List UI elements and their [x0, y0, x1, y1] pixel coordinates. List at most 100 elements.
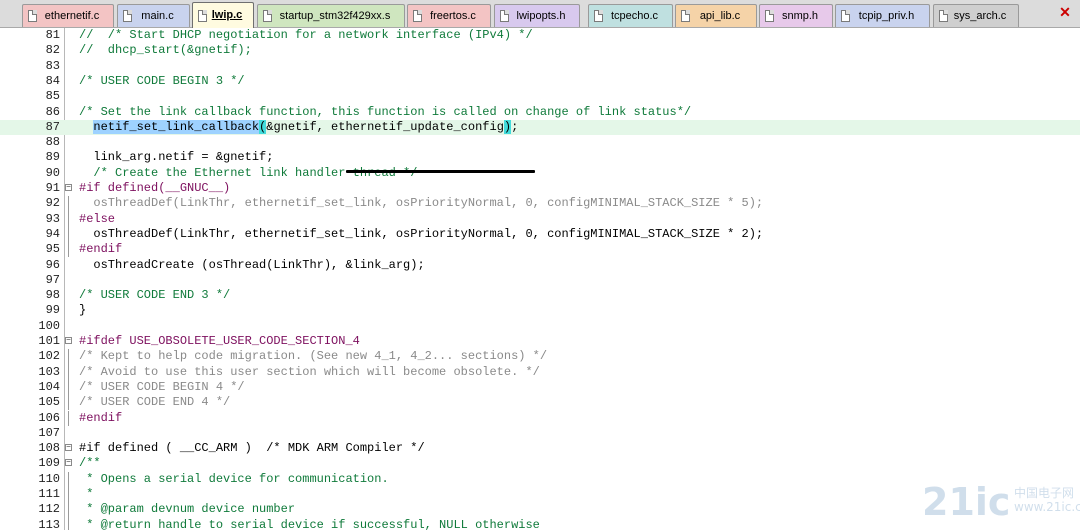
line-number: 105 [38, 395, 60, 410]
tab-label: startup_stm32f429xx.s [279, 10, 391, 22]
code-line[interactable]: 99} [0, 303, 1080, 318]
line-number: 84 [45, 73, 60, 88]
code-token: &gnetif, ethernetif_update_config [266, 119, 504, 134]
code-line[interactable]: 104 /* USER CODE BEGIN 4 */ [0, 379, 1080, 396]
fold-toggle-icon[interactable]: − [65, 459, 72, 467]
code-line[interactable]: 86 /* Set the link callback function, thi… [0, 105, 1080, 120]
fold-toggle-icon[interactable]: − [65, 444, 72, 452]
code-line[interactable]: 112 * @param devnum device number [0, 502, 1080, 518]
tab-tcpip-priv-h[interactable]: tcpip_priv.h [835, 4, 930, 27]
code-line[interactable]: 106 #endif [0, 410, 1080, 426]
line-number: 86 [45, 104, 60, 119]
code-text: /* Create the Ethernet link handler thre… [79, 165, 418, 180]
line-number: 88 [45, 135, 60, 150]
code-line[interactable]: 100 [0, 319, 1080, 334]
code-line[interactable]: 87 netif_set_link_callback(&gnetif, ethe… [0, 119, 1080, 136]
code-line[interactable]: 83 [0, 59, 1080, 74]
line-number: 113 [38, 517, 60, 530]
fold-guide [68, 517, 69, 530]
code-line[interactable]: 93 #else [0, 211, 1080, 227]
fold-guide [68, 379, 69, 396]
code-line[interactable]: 105 /* USER CODE END 4 */ [0, 395, 1080, 411]
close-tab-icon[interactable]: ✕ [1058, 5, 1072, 19]
code-line[interactable]: 89 link_arg.netif = &gnetif; [0, 150, 1080, 165]
fold-guide [68, 349, 69, 365]
tab-ethernetif-c[interactable]: ethernetif.c [22, 4, 114, 27]
fold-guide [68, 364, 69, 380]
code-line[interactable]: 103 /* Avoid to use this user section whi… [0, 364, 1080, 380]
fold-toggle-icon[interactable]: − [65, 184, 72, 192]
tab-tcpecho-c[interactable]: tcpecho.c [588, 4, 673, 27]
fold-guide [68, 226, 69, 243]
tab-freertos-c[interactable]: freertos.c [407, 4, 491, 27]
code-line[interactable]: 88 [0, 135, 1080, 150]
code-line[interactable]: 97 [0, 273, 1080, 288]
tab-lwip-c[interactable]: lwip.c [192, 2, 254, 28]
code-line[interactable]: 95 #endif [0, 242, 1080, 258]
code-text: osThreadDef(LinkThr, ethernetif_set_link… [79, 196, 764, 211]
code-line[interactable]: 108− #if defined ( __CC_ARM ) /* MDK ARM … [0, 441, 1080, 456]
line-number: 99 [45, 303, 60, 318]
code-line[interactable]: 84 /* USER CODE BEGIN 3 */ [0, 74, 1080, 89]
code-editor[interactable]: 81 // /* Start DHCP negotiation for a net… [0, 28, 1080, 530]
code-text: /* Avoid to use this user section which … [79, 364, 540, 379]
code-line[interactable]: 82 // dhcp_start(&gnetif); [0, 43, 1080, 58]
tab-lwipopts-h[interactable]: lwipopts.h [494, 4, 580, 27]
code-line[interactable]: 92 osThreadDef(LinkThr, ethernetif_set_l… [0, 196, 1080, 212]
line-number: 104 [38, 379, 60, 394]
line-number: 93 [45, 211, 60, 226]
code-text: /* USER CODE BEGIN 4 */ [79, 379, 245, 394]
fold-guide [68, 242, 69, 258]
line-number: 87 [45, 119, 60, 134]
code-line[interactable]: 110 * Opens a serial device for communic… [0, 471, 1080, 487]
line-number: 81 [45, 28, 60, 42]
code-text: * [79, 487, 94, 501]
code-text: // /* Start DHCP negotiation for a netwo… [79, 28, 533, 42]
tab-main-c[interactable]: main.c [117, 4, 190, 27]
code-line[interactable]: 102 /* Kept to help code migration. (See … [0, 349, 1080, 365]
line-number: 111 [38, 487, 60, 501]
code-line[interactable]: 98 /* USER CODE END 3 */ [0, 288, 1080, 303]
code-line[interactable]: 107 [0, 426, 1080, 441]
code-line[interactable]: 94 osThreadDef(LinkThr, ethernetif_set_l… [0, 226, 1080, 243]
code-line[interactable]: 85 [0, 89, 1080, 104]
code-text: } [79, 303, 87, 318]
line-number: 96 [45, 257, 60, 272]
code-token: ; [511, 119, 519, 134]
code-line[interactable]: 113 * @return handle to serial device if… [0, 517, 1080, 530]
line-number: 100 [38, 318, 60, 333]
code-line[interactable]: 91− #if defined(__GNUC__) [0, 181, 1080, 196]
tab-snmp-h[interactable]: snmp.h [759, 4, 833, 27]
tab-sys-arch-c[interactable]: sys_arch.c [933, 4, 1019, 27]
code-line[interactable]: 111 * [0, 487, 1080, 503]
tab-label: tcpecho.c [610, 10, 659, 22]
line-number: 102 [38, 349, 60, 364]
fold-guide [68, 487, 69, 503]
line-number: 97 [45, 272, 60, 287]
tab-label: freertos.c [430, 10, 476, 22]
fold-toggle-icon[interactable]: − [65, 337, 72, 345]
tab-api-lib-c[interactable]: api_lib.c [675, 4, 757, 27]
tab-label: tcpip_priv.h [858, 10, 915, 22]
tab-label: api_lib.c [699, 10, 741, 22]
code-line[interactable]: 90 /* Create the Ethernet link handler t… [0, 166, 1080, 181]
code-text: #if defined ( __CC_ARM ) /* MDK ARM Comp… [79, 441, 425, 456]
code-line[interactable]: 96 osThreadCreate (osThread(LinkThr), &l… [0, 258, 1080, 273]
code-line[interactable]: 81 // /* Start DHCP negotiation for a net… [0, 28, 1080, 43]
line-number: 107 [38, 425, 60, 440]
fold-guide [68, 196, 69, 212]
tab-label: main.c [141, 10, 174, 22]
tab-label: sys_arch.c [953, 10, 1007, 22]
code-text: osThreadCreate (osThread(LinkThr), &link… [79, 257, 425, 272]
line-number: 95 [45, 242, 60, 257]
tab-startup-stm32f429xx-s[interactable]: startup_stm32f429xx.s [257, 4, 405, 27]
code-text: /* Kept to help code migration. (See new… [79, 349, 548, 364]
watermark-text: 21ic [922, 480, 1011, 524]
code-text: * Opens a serial device for communicatio… [79, 471, 389, 486]
code-text: /* Set the link callback function, this … [79, 104, 692, 119]
code-text: * @param devnum device number [79, 502, 296, 517]
code-line[interactable]: 109−/** [0, 456, 1080, 471]
matched-brace: ) [503, 119, 512, 134]
code-line[interactable]: 101− #ifdef USE_OBSOLETE_USER_CODE_SECTIO… [0, 334, 1080, 349]
